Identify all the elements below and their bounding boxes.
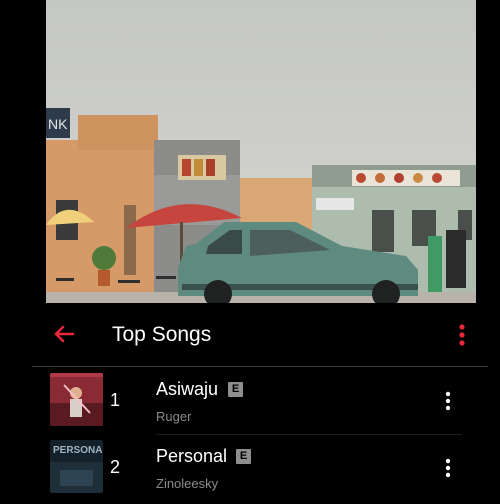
video-scene-image: NK: [46, 0, 476, 303]
song-title: Personal: [156, 446, 228, 466]
explicit-badge: E: [236, 449, 251, 464]
row-divider: [156, 434, 462, 435]
more-vertical-icon[interactable]: [438, 456, 458, 480]
more-vertical-icon[interactable]: [438, 389, 458, 413]
explicit-badge: E: [228, 382, 243, 397]
song-row[interactable]: 1 Asiwaju E Ruger: [46, 373, 476, 437]
svg-text:NK: NK: [48, 116, 68, 132]
song-rank: 2: [110, 457, 121, 477]
song-title: Asiwaju: [156, 379, 219, 399]
svg-text:PERSONAL: PERSONAL: [53, 445, 103, 456]
song-rank: 1: [110, 390, 121, 410]
album-art: [50, 373, 103, 426]
page-title: Top Songs: [112, 323, 212, 346]
song-artist: Ruger: [156, 409, 192, 424]
song-row[interactable]: PERSONAL 2 Personal E Zinoleesky: [46, 440, 476, 504]
more-vertical-icon[interactable]: [452, 322, 472, 348]
album-art: PERSONAL: [50, 440, 103, 493]
header-divider: [32, 366, 488, 367]
song-artist: Zinoleesky: [156, 476, 219, 491]
music-video-still[interactable]: NK: [46, 0, 476, 303]
back-arrow-icon[interactable]: [52, 322, 76, 346]
